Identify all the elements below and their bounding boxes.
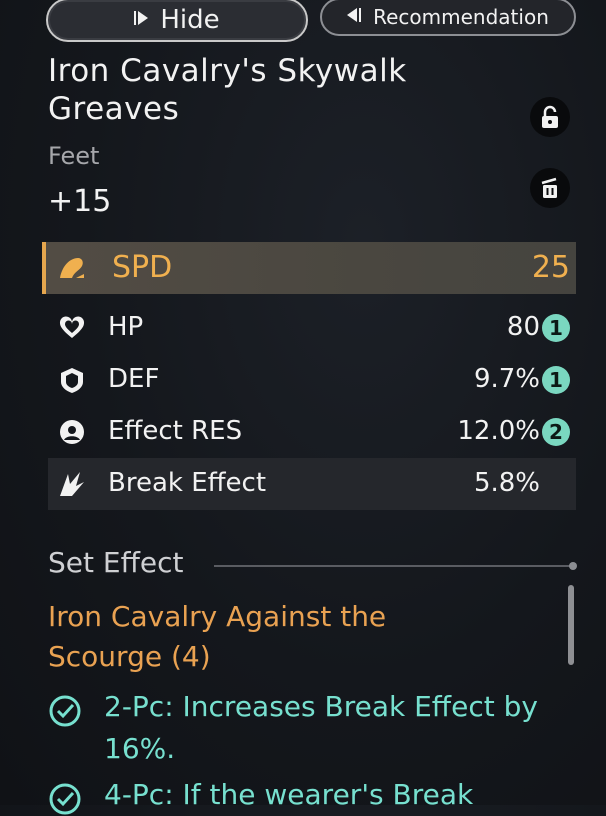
roll-count-badge: 1 (542, 314, 570, 342)
set-name: Iron Cavalry Against the Scourge (4) (48, 600, 387, 673)
sub-stat-name: Break Effect (108, 468, 267, 498)
check-circle-icon (49, 695, 81, 727)
sub-stat-row-hp: HP 80 1 (48, 302, 576, 354)
effect-res-icon (60, 420, 84, 444)
sub-stat-row-def: DEF 9.7% 1 (48, 354, 576, 406)
sub-stat-name: DEF (108, 364, 160, 394)
sub-stat-value: 5.8% (473, 468, 540, 498)
sub-stat-value: 12.0% (457, 416, 540, 446)
set-effect-text: 4-Pc: If the wearer's Break (104, 778, 474, 811)
speed-icon (60, 258, 84, 278)
lock-button[interactable] (530, 97, 570, 137)
lock-icon (542, 105, 558, 128)
trash-icon (541, 177, 557, 198)
recommendation-label: Recommendation (373, 5, 549, 29)
scrollbar[interactable] (568, 585, 574, 665)
divider-dot (569, 562, 577, 570)
play-left-icon (347, 7, 362, 27)
hide-button[interactable]: Hide (46, 0, 308, 42)
divider (214, 565, 572, 567)
heart-icon (59, 316, 85, 338)
relic-name: Iron Cavalry's Skywalk Greaves (48, 53, 407, 127)
sub-stat-name: HP (108, 312, 144, 342)
break-effect-icon (60, 472, 84, 496)
roll-count-badge: 2 (542, 418, 570, 446)
set-effect-text: 2-Pc: Increases Break Effect by 16%. (104, 690, 538, 765)
shield-icon (61, 368, 83, 393)
hide-label: Hide (160, 5, 220, 35)
discard-button[interactable] (530, 168, 570, 208)
sub-stat-row-break-effect: Break Effect 5.8% (48, 458, 576, 510)
sub-stat-row-effect-res: Effect RES 12.0% 2 (48, 406, 576, 458)
relic-level: +15 (48, 184, 112, 219)
main-stat-name: SPD (112, 250, 173, 285)
main-stat-value: 25 (531, 250, 570, 285)
set-effect-header: Set Effect (48, 546, 184, 579)
sub-stat-value: 80 (506, 312, 540, 342)
main-stat-row: SPD 25 (42, 242, 576, 294)
sub-stat-name: Effect RES (108, 416, 243, 446)
play-right-icon (134, 10, 149, 30)
relic-slot: Feet (48, 142, 100, 170)
roll-count-badge: 1 (542, 366, 570, 394)
check-circle-icon (49, 783, 81, 815)
sub-stat-value: 9.7% (473, 364, 540, 394)
recommendation-button[interactable]: Recommendation (320, 0, 576, 36)
